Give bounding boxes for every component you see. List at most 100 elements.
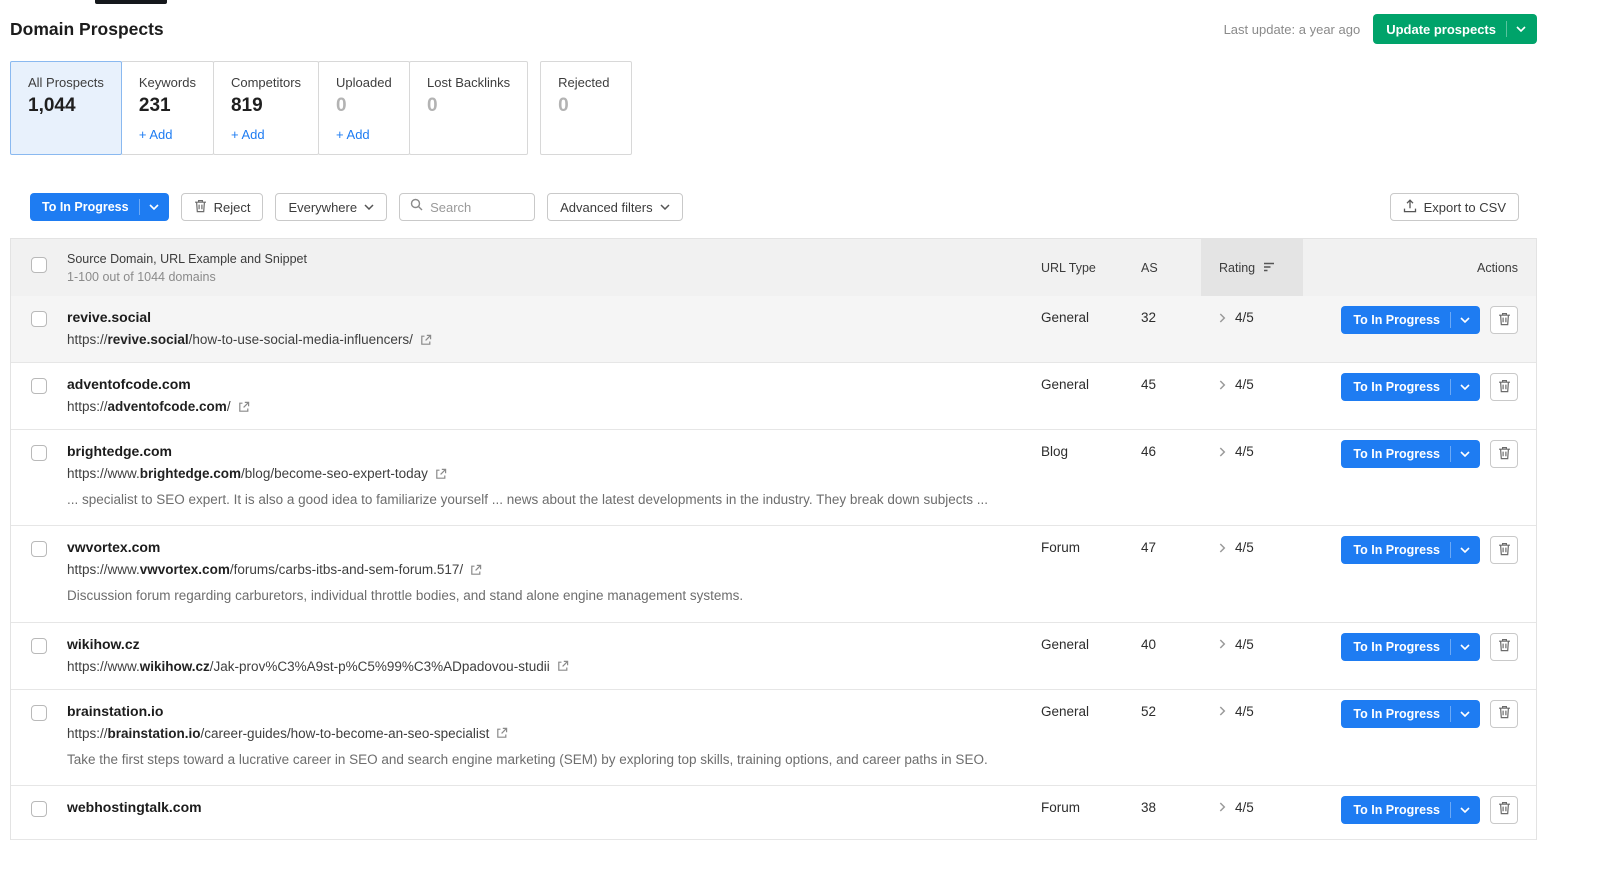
tab-label: Keywords (139, 75, 196, 90)
url-prefix: https:// (67, 726, 108, 741)
browser-tab-artifact (95, 0, 167, 4)
tab-count: 1,044 (28, 95, 104, 117)
as-cell: 45 (1141, 376, 1201, 392)
tab-add-link[interactable]: + Add (336, 127, 392, 142)
prospect-tab[interactable]: Rejected 0 (540, 61, 632, 155)
trash-icon (1498, 801, 1511, 818)
table-row: wikihow.cz https://www.wikihow.cz/Jak-pr… (11, 623, 1536, 690)
source-domain: wikihow.cz (67, 636, 1021, 652)
url-type-cell: General (1041, 636, 1141, 652)
row-status-label: To In Progress (1353, 803, 1440, 817)
expand-chevron-icon[interactable] (1219, 313, 1226, 323)
trash-icon (1498, 638, 1511, 655)
table-row: webhostingtalk.com Forum 38 4/5 To In Pr… (11, 786, 1536, 840)
row-delete-button[interactable] (1490, 633, 1518, 661)
expand-chevron-icon[interactable] (1219, 706, 1226, 716)
prospect-tab[interactable]: Lost Backlinks 0 (409, 61, 528, 155)
tab-label: Uploaded (336, 75, 392, 90)
prospect-tab[interactable]: Uploaded 0 + Add (318, 61, 410, 155)
column-source-title: Source Domain, URL Example and Snippet (67, 252, 1021, 266)
column-url-type[interactable]: URL Type (1041, 261, 1141, 275)
as-cell: 46 (1141, 443, 1201, 459)
external-link-icon[interactable] (420, 334, 432, 346)
trash-icon (1498, 705, 1511, 722)
row-checkbox[interactable] (31, 638, 47, 654)
row-checkbox-cell (11, 703, 67, 726)
table-header: Source Domain, URL Example and Snippet 1… (11, 239, 1536, 296)
row-status-button[interactable]: To In Progress (1341, 796, 1480, 824)
expand-chevron-icon[interactable] (1219, 543, 1226, 553)
row-status-label: To In Progress (1353, 380, 1440, 394)
url-type-cell: General (1041, 309, 1141, 325)
bulk-status-button[interactable]: To In Progress (30, 193, 169, 221)
row-delete-button[interactable] (1490, 700, 1518, 728)
row-status-button[interactable]: To In Progress (1341, 536, 1480, 564)
external-link-icon[interactable] (435, 468, 447, 480)
row-status-label: To In Progress (1353, 313, 1440, 327)
row-checkbox[interactable] (31, 378, 47, 394)
row-status-label: To In Progress (1353, 543, 1440, 557)
url-domain: vwvortex.com (140, 562, 230, 577)
row-delete-button[interactable] (1490, 536, 1518, 564)
search-input[interactable] (430, 200, 524, 215)
expand-chevron-icon[interactable] (1219, 639, 1226, 649)
row-delete-button[interactable] (1490, 440, 1518, 468)
external-link-icon[interactable] (238, 401, 250, 413)
chevron-down-icon (1450, 312, 1470, 328)
source-cell: revive.social https://revive.social/how-… (67, 309, 1041, 347)
row-delete-button[interactable] (1490, 306, 1518, 334)
header-right: Last update: a year ago Update prospects (1224, 14, 1537, 44)
prospect-tab[interactable]: All Prospects 1,044 (10, 61, 122, 155)
sort-icon (1263, 259, 1275, 277)
url-domain: brightedge.com (140, 466, 241, 481)
url-path: /how-to-use-social-media-influencers/ (189, 332, 413, 347)
prospects-table: Source Domain, URL Example and Snippet 1… (10, 238, 1537, 840)
external-link-icon[interactable] (557, 660, 569, 672)
url-line: https://brainstation.io/career-guides/ho… (67, 726, 1021, 741)
row-status-button[interactable]: To In Progress (1341, 306, 1480, 334)
rating-value: 4/5 (1235, 540, 1254, 555)
row-status-button[interactable]: To In Progress (1341, 700, 1480, 728)
row-status-button[interactable]: To In Progress (1341, 440, 1480, 468)
tab-label: Competitors (231, 75, 301, 90)
row-status-button[interactable]: To In Progress (1341, 373, 1480, 401)
update-prospects-label: Update prospects (1386, 22, 1496, 37)
select-all-checkbox[interactable] (31, 257, 47, 273)
export-csv-button[interactable]: Export to CSV (1390, 193, 1519, 221)
prospect-tab[interactable]: Competitors 819 + Add (213, 61, 319, 155)
prospect-tab[interactable]: Keywords 231 + Add (121, 61, 214, 155)
row-status-button[interactable]: To In Progress (1341, 633, 1480, 661)
expand-chevron-icon[interactable] (1219, 447, 1226, 457)
row-checkbox[interactable] (31, 311, 47, 327)
advanced-filters-dropdown[interactable]: Advanced filters (547, 193, 683, 221)
column-rating[interactable]: Rating (1201, 239, 1303, 296)
reject-button[interactable]: Reject (181, 193, 264, 221)
source-domain: webhostingtalk.com (67, 799, 1021, 815)
update-prospects-button[interactable]: Update prospects (1373, 14, 1537, 44)
row-checkbox[interactable] (31, 705, 47, 721)
export-icon (1403, 199, 1417, 216)
scope-dropdown[interactable]: Everywhere (275, 193, 387, 221)
external-link-icon[interactable] (470, 564, 482, 576)
row-checkbox-cell (11, 376, 67, 399)
row-delete-button[interactable] (1490, 373, 1518, 401)
row-checkbox[interactable] (31, 801, 47, 817)
column-as[interactable]: AS (1141, 261, 1201, 275)
reject-label: Reject (214, 200, 251, 215)
row-delete-button[interactable] (1490, 796, 1518, 824)
tab-add-link[interactable]: + Add (231, 127, 301, 142)
row-checkbox[interactable] (31, 541, 47, 557)
row-checkbox-cell (11, 799, 67, 822)
expand-chevron-icon[interactable] (1219, 380, 1226, 390)
external-link-icon[interactable] (496, 727, 508, 739)
url-line: https://revive.social/how-to-use-social-… (67, 332, 1021, 347)
chevron-down-icon (1450, 706, 1470, 722)
row-checkbox[interactable] (31, 445, 47, 461)
row-checkbox-cell (11, 539, 67, 562)
tab-add-link[interactable]: + Add (139, 127, 196, 142)
select-all-cell (11, 257, 67, 278)
expand-chevron-icon[interactable] (1219, 802, 1226, 812)
rating-cell: 4/5 (1201, 309, 1303, 325)
column-source-range: 1-100 out of 1044 domains (67, 270, 1021, 284)
source-cell: vwvortex.com https://www.vwvortex.com/fo… (67, 539, 1041, 606)
